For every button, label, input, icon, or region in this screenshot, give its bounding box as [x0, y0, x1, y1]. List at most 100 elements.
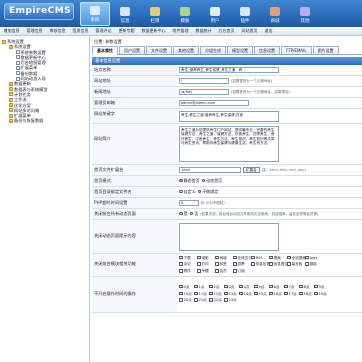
topnav-label: 栏目 — [150, 19, 160, 24]
hour-checkbox[interactable]: 21点 — [194, 298, 209, 303]
description-label: 网站简介 — [92, 124, 177, 164]
subnav-link[interactable]: 后台首页 — [215, 28, 238, 34]
topnav-label: 信息 — [120, 19, 130, 24]
module-checkbox[interactable]: 会员 — [215, 268, 233, 274]
hour-checkbox[interactable]: 18点 — [299, 291, 314, 297]
hour-checkbox[interactable]: 14点 — [239, 291, 254, 297]
module-checkbox[interactable]: Ajax — [305, 255, 323, 261]
module-checkbox[interactable]: 评论 — [179, 262, 197, 267]
hour-checkbox[interactable]: 12点 — [209, 291, 224, 297]
settings-tab[interactable]: 基本属性 — [92, 46, 118, 55]
module-checkbox[interactable]: 搜索 — [269, 255, 287, 261]
hour-checkbox[interactable]: 4点 — [239, 284, 254, 290]
topnav-label: 其他 — [300, 19, 310, 24]
settings-tab[interactable]: 图片设置 — [312, 46, 339, 54]
module-checkbox[interactable]: 商城 — [215, 255, 233, 261]
topnav-item[interactable]: 其他 — [290, 2, 320, 26]
admin-email-input[interactable]: admin@admin.com — [179, 100, 249, 106]
topnav-item[interactable]: 模板 — [170, 2, 200, 26]
hour-checkbox[interactable]: 9点 — [314, 284, 329, 290]
module-checkbox[interactable]: 信息反馈 — [251, 262, 270, 267]
hour-checkbox[interactable]: 15点 — [254, 291, 269, 297]
index-ext-select[interactable]: 扩展名 — [243, 167, 260, 173]
module-checkbox[interactable]: 留言板 — [287, 262, 305, 267]
settings-tab[interactable]: 文件设置 — [146, 46, 172, 54]
subnav-link[interactable]: 数据统计 — [192, 28, 215, 34]
topnav-item[interactable]: 插件 — [230, 2, 260, 26]
sub-nav: 增加信息 管理信息 审核信息 签发信息 管理评论 更新专题 数据更新中心 附件管理 数据统计 后台… — [0, 27, 362, 36]
close-tip-textarea[interactable] — [179, 222, 279, 251]
topnav-item[interactable]: 商城 — [260, 2, 290, 26]
module-checkbox[interactable]: 在线支付 — [233, 255, 252, 261]
hour-checkbox[interactable]: 3点 — [224, 284, 239, 290]
hour-checkbox[interactable]: 7点 — [284, 284, 299, 290]
hour-checkbox[interactable]: 22点 — [209, 298, 224, 303]
topnav-item[interactable]: 信息 — [110, 2, 140, 26]
subnav-link[interactable]: 附件管理 — [169, 28, 192, 34]
subnav-link[interactable]: 管理信息 — [23, 28, 46, 34]
settings-tab[interactable]: 用户设置 — [119, 46, 145, 54]
settings-tab[interactable]: 模型设置 — [227, 46, 253, 54]
settings-tab[interactable]: FTP/EMAIL — [281, 46, 312, 54]
index-mode-static[interactable]: 静态首页 — [179, 178, 200, 184]
index-ext-input[interactable]: .html — [179, 167, 241, 173]
subnav-link[interactable]: 退出 — [261, 28, 276, 34]
topnav-item[interactable]: 栏目 — [140, 2, 170, 26]
close-site-yes[interactable]: 是 — [179, 211, 188, 217]
subnav-link[interactable]: 网站首页 — [238, 28, 261, 34]
description-textarea[interactable]: 养生之道为您提供养生门户网站，提供最专业，完善的养生保健方法，养生之道，保健方法… — [179, 126, 279, 162]
subnav-link[interactable]: 签发信息 — [69, 28, 92, 34]
sidebar-item[interactable]: 备份与恢复数据 — [2, 118, 89, 123]
site-url-input[interactable]: / — [179, 78, 229, 84]
module-checkbox[interactable]: 标签 — [215, 262, 233, 267]
hour-checkbox[interactable]: 0点 — [179, 284, 194, 290]
hour-checkbox[interactable]: 20点 — [179, 298, 194, 303]
module-checkbox[interactable]: 附件 — [179, 268, 197, 274]
admin-email-label: 管理员邮箱 — [92, 98, 177, 108]
php-timeout-input[interactable]: 0 — [179, 200, 199, 206]
module-checkbox[interactable]: 链接 — [305, 262, 323, 267]
index-mode-dynamic[interactable]: 动态首页 — [201, 178, 222, 184]
hour-checkbox[interactable]: 1点 — [194, 284, 209, 290]
hour-checkbox[interactable]: 10点 — [179, 291, 194, 297]
subnav-link[interactable]: 审核信息 — [46, 28, 69, 34]
hour-checkbox[interactable]: 2点 — [209, 284, 224, 290]
topnav-item[interactable]: 用户 — [200, 2, 230, 26]
hour-checkbox[interactable]: 5点 — [254, 284, 269, 290]
subnav-link[interactable]: 数据更新中心 — [138, 28, 169, 34]
module-checkbox[interactable]: 投票 — [233, 262, 251, 267]
hour-checkbox[interactable]: 23点 — [224, 298, 239, 303]
sidebar: 系统设置 系统设置 系统参数设置 数据更新中心 后台地图管理 扩展菜单 备份数据 网站动态入场… — [0, 36, 90, 362]
news-url-input[interactable]: /d/file/ — [179, 89, 229, 95]
site-name-label: 站点名称 — [92, 65, 177, 75]
topnav-item[interactable]: 系统 — [80, 2, 110, 26]
module-checkbox[interactable]: 电影 — [197, 255, 215, 261]
site-name-input[interactable]: 养生_营养养生_养生保健_养生之道 - 养 — [179, 67, 279, 73]
hour-checkbox[interactable]: 16点 — [269, 291, 284, 297]
module-checkbox[interactable]: 专题 — [197, 268, 215, 274]
hour-checkbox[interactable]: 17点 — [284, 291, 299, 297]
hour-checkbox[interactable]: 19点 — [314, 291, 329, 297]
close-site-no[interactable]: 否 — [189, 211, 198, 217]
subnav-link[interactable]: 增加信息 — [0, 28, 23, 34]
module-checkbox[interactable]: RSS — [251, 255, 269, 261]
subnav-link[interactable]: 更新专题 — [115, 28, 138, 34]
func-row: 不开启操作时间的操作 0点 1点 2点 3点 4点 5点 6点 7点 8点 9点 10点 11点 12点… — [92, 276, 362, 313]
settings-tab[interactable]: 分组生成 — [200, 46, 226, 54]
module-checkbox[interactable]: 订阅 — [233, 268, 251, 274]
hour-checkbox[interactable]: 13点 — [224, 291, 239, 297]
index-dir-none[interactable]: 不做绑定 — [197, 189, 218, 195]
settings-tab[interactable]: 其他设置 — [173, 46, 199, 54]
hour-checkbox[interactable]: 8点 — [299, 284, 314, 290]
module-checkbox[interactable]: 下载 — [179, 255, 197, 261]
module-checkbox[interactable]: 打印 — [197, 262, 215, 267]
hour-checkbox[interactable]: 6点 — [269, 284, 284, 290]
index-dir-custom[interactable]: 自定义 — [179, 189, 196, 195]
module-checkbox[interactable]: 信息提交 — [269, 262, 288, 267]
subnav-link[interactable]: 管理评论 — [92, 28, 115, 34]
module-checkbox[interactable]: 全站搜索 — [287, 255, 306, 261]
sidebar-item-label: 数据表与系统模型 — [14, 86, 48, 92]
keywords-textarea[interactable]: 养生,养生之道,营养养生,养生保健,饮食 — [179, 110, 279, 122]
settings-tab[interactable]: 信息设置 — [254, 46, 280, 54]
hour-checkbox[interactable]: 11点 — [194, 291, 209, 297]
